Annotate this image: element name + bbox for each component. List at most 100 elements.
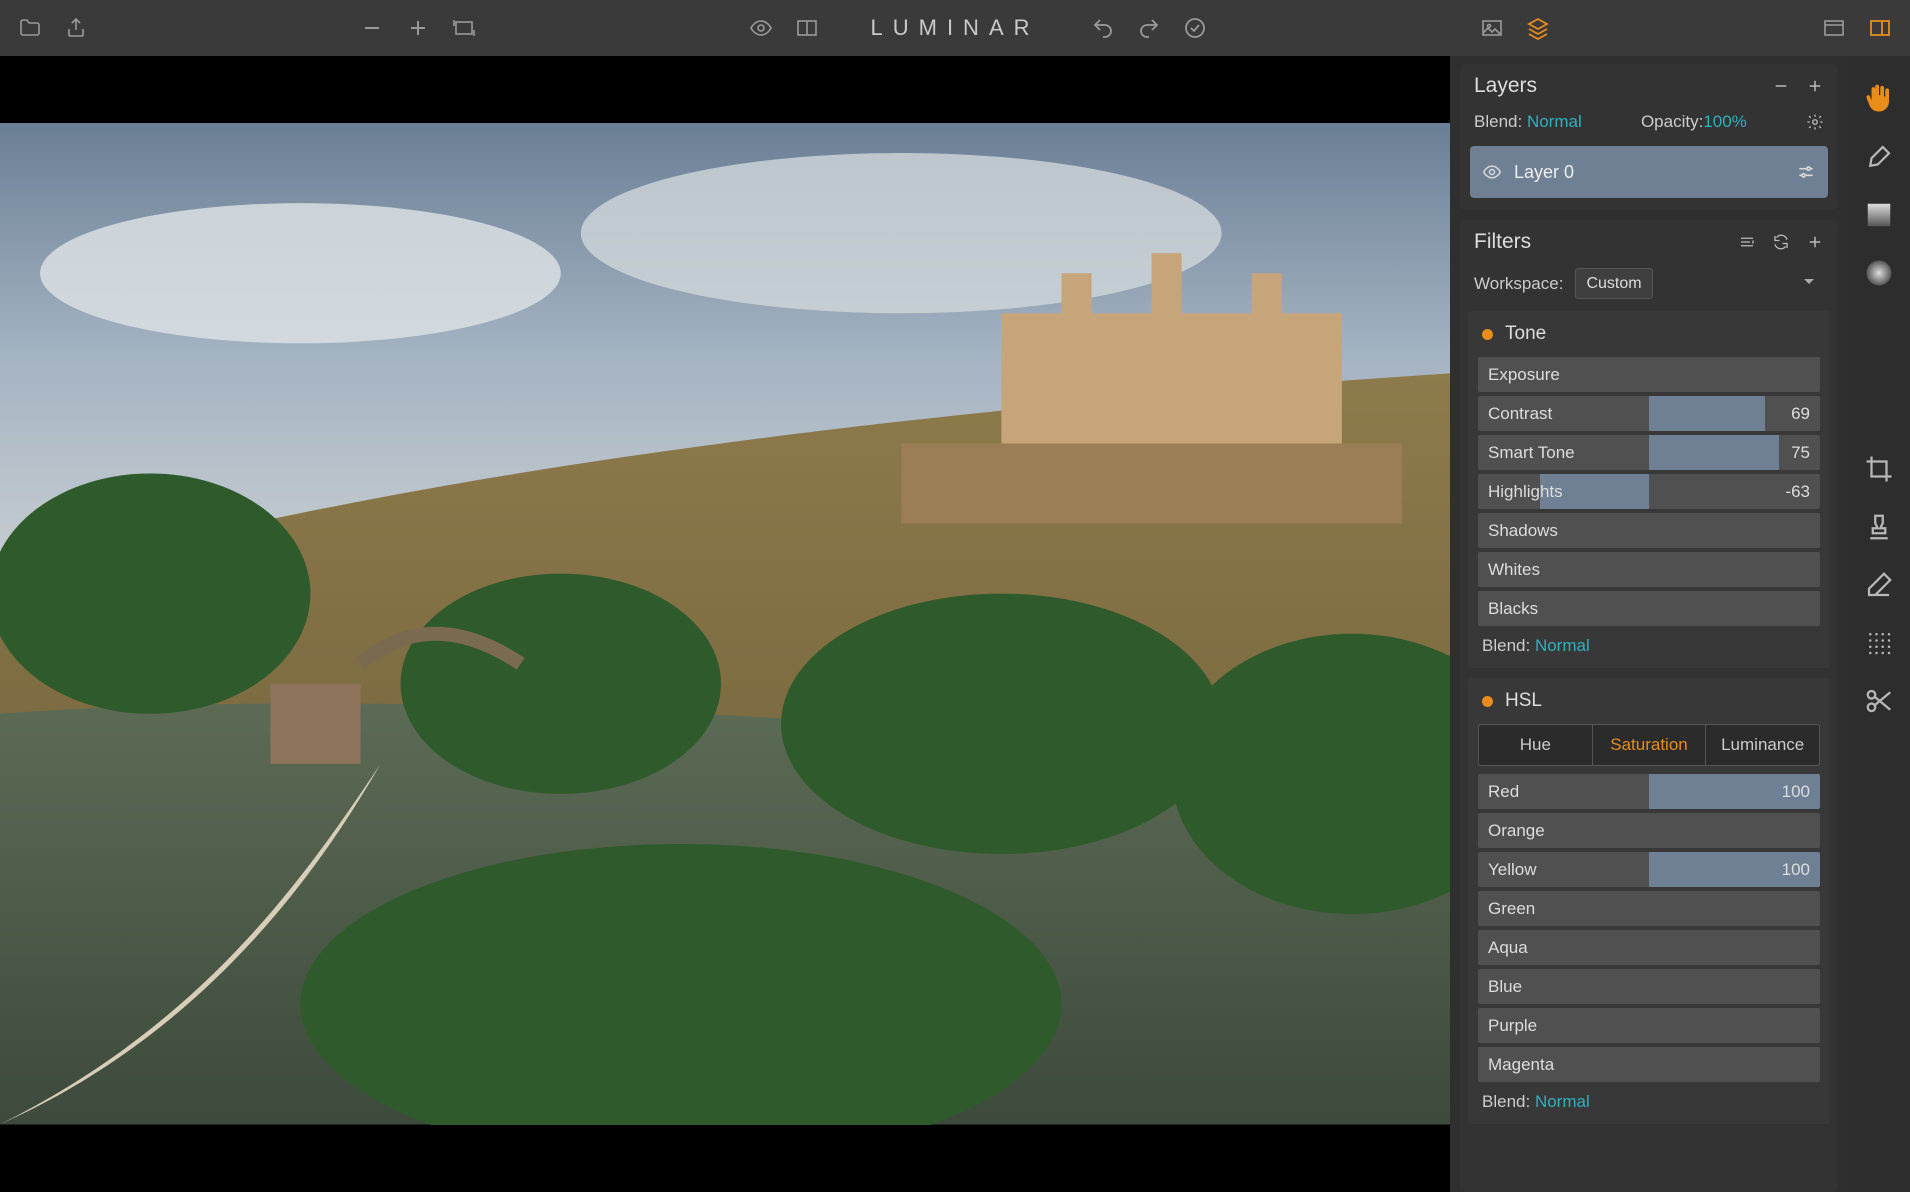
slider-label: Smart Tone	[1488, 443, 1575, 463]
slider-contrast[interactable]: Contrast 69	[1478, 396, 1820, 431]
layer-adjust-icon[interactable]	[1796, 162, 1816, 182]
filter-header[interactable]: Tone	[1468, 311, 1830, 357]
tool-strip	[1848, 56, 1910, 1192]
slider-label: Orange	[1488, 821, 1545, 841]
stamp-tool-icon[interactable]	[1864, 512, 1894, 542]
filter-blend-value[interactable]: Normal	[1535, 636, 1590, 655]
filter-preset-icon[interactable]	[1738, 233, 1756, 251]
eraser-tool-icon[interactable]	[1864, 570, 1894, 600]
slider-label: Whites	[1488, 560, 1540, 580]
slider-shadows[interactable]: Shadows	[1478, 513, 1820, 548]
filter-blend-value[interactable]: Normal	[1535, 1092, 1590, 1111]
slider-value: 75	[1791, 443, 1810, 463]
history-check-icon[interactable]	[1183, 16, 1207, 40]
slider-exposure[interactable]: Exposure	[1478, 357, 1820, 392]
workspace-select[interactable]: Custom	[1575, 268, 1653, 299]
filter-reset-icon[interactable]	[1772, 233, 1790, 251]
slider-label: Green	[1488, 899, 1535, 919]
layer-settings-gear-icon[interactable]	[1806, 113, 1824, 131]
top-toolbar: LUMINAR	[0, 0, 1910, 56]
filter-active-dot-icon	[1482, 696, 1493, 707]
layer-visibility-icon[interactable]	[1482, 162, 1502, 182]
layer-item[interactable]: Layer 0	[1470, 146, 1828, 198]
slider-label: Highlights	[1488, 482, 1563, 502]
filter-name: HSL	[1505, 690, 1542, 712]
folder-icon[interactable]	[18, 16, 42, 40]
filter-blend-label: Blend:	[1482, 1092, 1535, 1111]
slider-orange[interactable]: Orange	[1478, 813, 1820, 848]
compare-split-icon[interactable]	[795, 16, 819, 40]
slider-value: 69	[1791, 404, 1810, 424]
scissors-tool-icon[interactable]	[1864, 686, 1894, 716]
filter-block-tone: Tone Exposure Contrast 69 Smart Tone 75 Highli…	[1468, 311, 1830, 668]
brush-tool-icon[interactable]	[1864, 142, 1894, 172]
slider-label: Blue	[1488, 977, 1522, 997]
layer-opacity-value[interactable]: 100%	[1703, 112, 1746, 131]
slider-value: 100	[1782, 782, 1810, 802]
filter-blend-row: Blend: Normal	[1468, 1086, 1830, 1124]
undo-icon[interactable]	[1091, 16, 1115, 40]
panel-layout-a-icon[interactable]	[1822, 16, 1846, 40]
layer-opacity-label: Opacity:	[1641, 112, 1703, 131]
image-canvas[interactable]	[0, 56, 1450, 1192]
layer-blend-label: Blend:	[1474, 112, 1522, 131]
filters-panel: Filters Workspace: Custom Tone Exposure Co…	[1460, 220, 1838, 1192]
filter-blend-label: Blend:	[1482, 636, 1535, 655]
filters-panel-title: Filters	[1474, 230, 1531, 254]
slider-label: Red	[1488, 782, 1519, 802]
hand-tool-icon[interactable]	[1864, 84, 1894, 114]
filter-block-hsl: HSL HueSaturationLuminance Red 100 Orange Yel…	[1468, 678, 1830, 1124]
slider-highlights[interactable]: Highlights -63	[1478, 474, 1820, 509]
layers-stack-icon[interactable]	[1526, 16, 1550, 40]
gradient-tool-icon[interactable]	[1864, 200, 1894, 230]
filter-active-dot-icon	[1482, 329, 1493, 340]
tab-saturation[interactable]: Saturation	[1592, 725, 1706, 765]
slider-label: Purple	[1488, 1016, 1537, 1036]
slider-yellow[interactable]: Yellow 100	[1478, 852, 1820, 887]
add-filter-icon[interactable]	[1806, 233, 1824, 251]
layer-blend-value[interactable]: Normal	[1527, 112, 1582, 131]
slider-label: Blacks	[1488, 599, 1538, 619]
layer-name: Layer 0	[1514, 162, 1574, 183]
side-panels: Layers Blend: Normal Opacity:100% Layer	[1450, 56, 1848, 1192]
fit-screen-icon[interactable]	[452, 16, 476, 40]
slider-label: Aqua	[1488, 938, 1528, 958]
filter-header[interactable]: HSL	[1468, 678, 1830, 724]
slider-blue[interactable]: Blue	[1478, 969, 1820, 1004]
add-layer-icon[interactable]	[1806, 77, 1824, 95]
tab-luminance[interactable]: Luminance	[1705, 725, 1819, 765]
collapse-panel-icon[interactable]	[1772, 77, 1790, 95]
layers-panel-title: Layers	[1474, 74, 1537, 98]
slider-aqua[interactable]: Aqua	[1478, 930, 1820, 965]
slider-magenta[interactable]: Magenta	[1478, 1047, 1820, 1082]
crop-tool-icon[interactable]	[1864, 454, 1894, 484]
slider-label: Shadows	[1488, 521, 1558, 541]
redo-icon[interactable]	[1137, 16, 1161, 40]
zoom-in-icon[interactable]	[406, 16, 430, 40]
workspace-label: Workspace:	[1474, 274, 1563, 294]
tab-hue[interactable]: Hue	[1479, 725, 1592, 765]
app-title: LUMINAR	[870, 15, 1039, 41]
denoise-tool-icon[interactable]	[1864, 628, 1894, 658]
slider-label: Magenta	[1488, 1055, 1554, 1075]
slider-smart-tone[interactable]: Smart Tone 75	[1478, 435, 1820, 470]
share-icon[interactable]	[64, 16, 88, 40]
slider-value: 100	[1782, 860, 1810, 880]
image-icon[interactable]	[1480, 16, 1504, 40]
slider-label: Contrast	[1488, 404, 1552, 424]
slider-red[interactable]: Red 100	[1478, 774, 1820, 809]
radial-tool-icon[interactable]	[1864, 258, 1894, 288]
preview-eye-icon[interactable]	[749, 16, 773, 40]
slider-purple[interactable]: Purple	[1478, 1008, 1820, 1043]
slider-label: Yellow	[1488, 860, 1537, 880]
slider-value: -63	[1785, 482, 1810, 502]
panel-layout-b-icon[interactable]	[1868, 16, 1892, 40]
layers-panel: Layers Blend: Normal Opacity:100% Layer	[1460, 64, 1838, 210]
zoom-out-icon[interactable]	[360, 16, 384, 40]
filter-blend-row: Blend: Normal	[1468, 630, 1830, 668]
slider-blacks[interactable]: Blacks	[1478, 591, 1820, 626]
slider-label: Exposure	[1488, 365, 1560, 385]
slider-green[interactable]: Green	[1478, 891, 1820, 926]
filter-name: Tone	[1505, 323, 1546, 345]
slider-whites[interactable]: Whites	[1478, 552, 1820, 587]
